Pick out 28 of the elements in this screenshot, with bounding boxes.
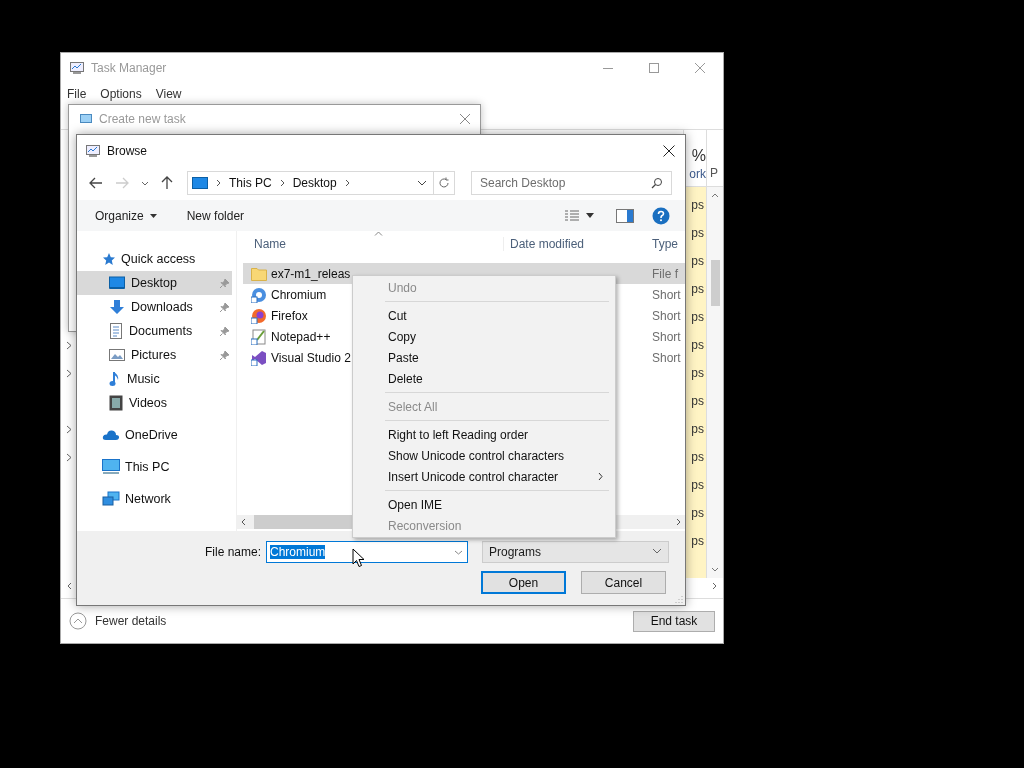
column-value: % [691, 146, 706, 166]
file-name: Notepad++ [271, 329, 331, 344]
table-cell-text: ps [690, 225, 705, 242]
table-cell-text: ps [690, 505, 705, 522]
table-cell-text: ps [690, 365, 705, 382]
table-cell-text: ps [690, 393, 705, 410]
table-cell-text: ps [690, 449, 705, 466]
file-type: Short [652, 329, 681, 344]
file-name: Visual Studio 2 [271, 350, 351, 365]
file-name: Firefox [271, 308, 308, 323]
file-type: Short [652, 350, 681, 365]
file-type: File f [652, 266, 678, 281]
file-name: Chromium [271, 287, 327, 302]
window-title: Task Manager [91, 61, 167, 75]
table-cell-text: ps [690, 477, 705, 494]
table-cell-text: ps [690, 533, 705, 550]
dialog-title: Create new task [99, 112, 186, 126]
file-type: Short [652, 308, 681, 323]
table-cell-text: ps [690, 197, 705, 214]
table-cell-text: ps [690, 281, 705, 298]
table-cell-text: ps [690, 253, 705, 270]
table-cell-text: ps [690, 421, 705, 438]
table-cell-text: ps [690, 309, 705, 326]
field-label: File name: [203, 545, 261, 559]
file-name: ex7-m1_releas [271, 266, 351, 281]
file-type: Short [652, 287, 681, 302]
table-cell-text: ps [690, 337, 705, 354]
dialog-title: Browse [107, 143, 147, 158]
